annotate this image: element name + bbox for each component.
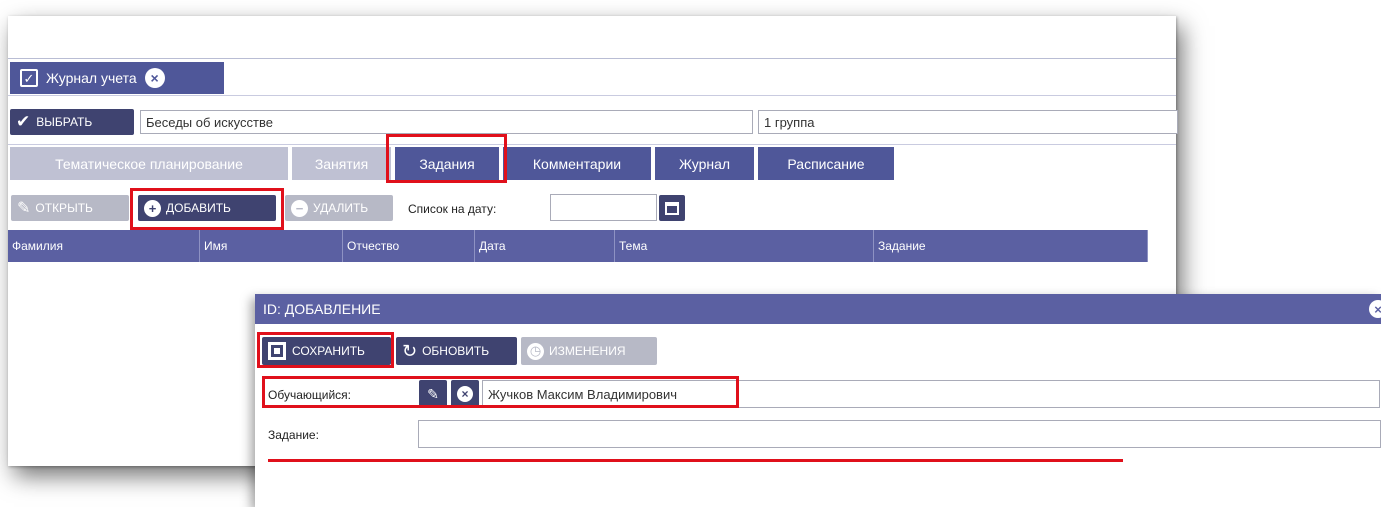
document-tab-label: Журнал учета (46, 70, 137, 86)
save-button-label: СОХРАНИТЬ (292, 344, 365, 358)
calendar-button[interactable] (659, 195, 685, 221)
refresh-button-label: ОБНОВИТЬ (422, 344, 490, 358)
student-value: Жучков Максим Владимирович (488, 386, 677, 402)
tab-schedule[interactable]: Расписание (758, 147, 894, 180)
highlight-underline-task (268, 459, 1123, 462)
column-first-name[interactable]: Имя (200, 230, 343, 262)
group-field[interactable]: 1 группа (758, 110, 1178, 134)
student-label: Обучающийся: (268, 388, 351, 402)
group-value: 1 группа (764, 114, 815, 130)
tab-label: Задания (419, 155, 475, 172)
assignments-toolbar: ✎ ОТКРЫТЬ + ДОБАВИТЬ − УДАЛИТЬ Список на… (8, 191, 1176, 225)
section-tabs: Тематическое планирование Занятия Задани… (8, 144, 1176, 181)
task-label: Задание: (268, 428, 319, 442)
delete-button-label: УДАЛИТЬ (313, 201, 369, 215)
window-top-area (8, 16, 1176, 59)
column-last-name[interactable]: Фамилия (8, 230, 200, 262)
edit-student-button[interactable]: ✎ (419, 380, 447, 408)
add-dialog: ID: ДОБАВЛЕНИЕ × СОХРАНИТЬ ↻ ОБНОВИТЬ ◷ … (255, 294, 1381, 507)
document-tab-journal[interactable]: ✓ Журнал учета × (10, 62, 224, 94)
select-button[interactable]: ✔ ВЫБРАТЬ (10, 109, 134, 135)
clear-student-button[interactable]: × (451, 380, 479, 408)
column-date[interactable]: Дата (475, 230, 615, 262)
close-tab-icon[interactable]: × (144, 68, 165, 88)
tab-thematic-planning[interactable]: Тематическое планирование (10, 147, 288, 180)
delete-button[interactable]: − УДАЛИТЬ (285, 195, 393, 221)
date-input[interactable] (550, 194, 657, 221)
open-button-label: ОТКРЫТЬ (35, 201, 93, 215)
dialog-title-bar: ID: ДОБАВЛЕНИЕ (255, 294, 1381, 324)
refresh-icon: ↻ (402, 340, 418, 361)
plus-circle-icon: + (144, 199, 161, 217)
tab-journal[interactable]: Журнал (655, 147, 754, 180)
changes-button-label: ИЗМЕНЕНИЯ (549, 344, 626, 358)
date-list-label: Список на дату: (408, 202, 497, 216)
tab-assignments[interactable]: Задания (395, 147, 499, 180)
clear-circle-icon: × (457, 386, 473, 402)
task-field[interactable] (418, 420, 1381, 448)
add-button-label: ДОБАВИТЬ (166, 201, 231, 215)
save-icon (268, 342, 286, 360)
tab-label: Комментарии (532, 155, 622, 172)
changes-button[interactable]: ◷ ИЗМЕНЕНИЯ (521, 337, 657, 365)
open-button[interactable]: ✎ ОТКРЫТЬ (11, 195, 129, 221)
minus-circle-icon: − (291, 199, 308, 217)
edit-icon: ✎ (17, 200, 31, 217)
grid-header: Фамилия Имя Отчество Дата Тема Задание (8, 230, 1148, 262)
dialog-close-icon[interactable]: × (1369, 300, 1381, 318)
document-tab-bar: ✓ Журнал учета × (8, 59, 1176, 96)
select-bar: ✔ ВЫБРАТЬ Беседы об искусстве 1 группа (8, 107, 1178, 137)
tab-label: Занятия (314, 155, 369, 172)
tab-lessons[interactable]: Занятия (292, 147, 391, 180)
select-button-label: ВЫБРАТЬ (36, 115, 93, 129)
course-field[interactable]: Беседы об искусстве (140, 110, 753, 134)
course-value: Беседы об искусстве (146, 114, 273, 130)
save-button[interactable]: СОХРАНИТЬ (262, 337, 391, 365)
column-task[interactable]: Задание (874, 230, 1148, 262)
tab-label: Журнал (678, 155, 731, 172)
tab-comments[interactable]: Комментарии (503, 147, 651, 180)
add-button[interactable]: + ДОБАВИТЬ (138, 195, 276, 221)
column-patronymic[interactable]: Отчество (343, 230, 475, 262)
refresh-button[interactable]: ↻ ОБНОВИТЬ (396, 337, 517, 365)
edit-icon: ✎ (427, 385, 439, 402)
calendar-icon (665, 201, 679, 215)
checkbox-icon: ✓ (20, 69, 38, 87)
clock-icon: ◷ (527, 342, 544, 360)
tab-label: Тематическое планирование (55, 155, 243, 172)
checkmark-icon: ✔ (16, 112, 31, 131)
dialog-title: ID: ДОБАВЛЕНИЕ (263, 301, 381, 317)
column-topic[interactable]: Тема (615, 230, 874, 262)
student-field[interactable]: Жучков Максим Владимирович (482, 380, 1380, 408)
tab-label: Расписание (787, 155, 865, 172)
